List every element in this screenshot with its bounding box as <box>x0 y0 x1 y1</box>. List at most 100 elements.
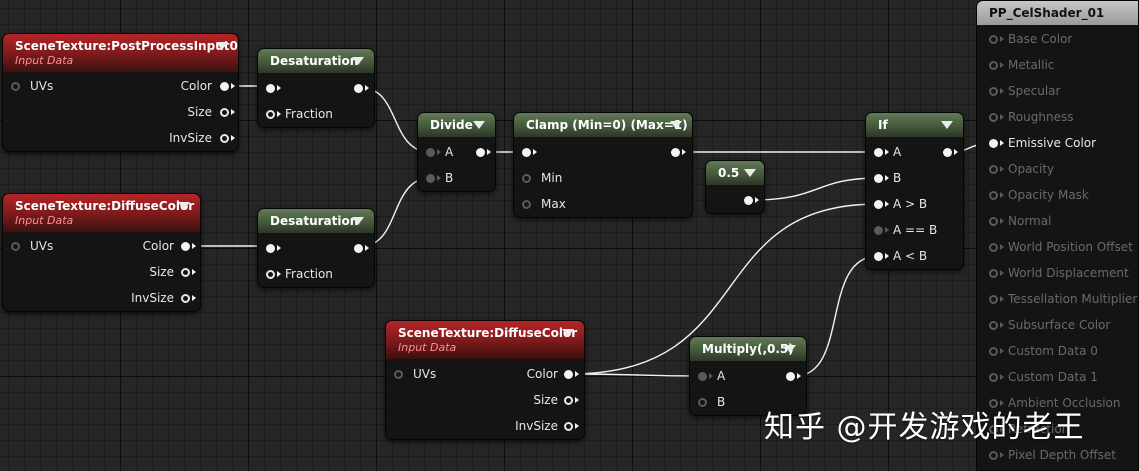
input-pin[interactable] <box>989 373 998 382</box>
input-pin-value[interactable] <box>266 84 275 93</box>
output-pin-result[interactable] <box>354 84 363 93</box>
node-header[interactable]: SceneTexture:DiffuseColor Input Data <box>386 321 584 359</box>
input-pin-b[interactable] <box>698 398 707 407</box>
node-desaturation-1[interactable]: Desaturation Fraction <box>257 48 375 128</box>
result-input-custom-data-1[interactable]: Custom Data 1 <box>977 368 1139 388</box>
result-input-specular[interactable]: Specular <box>977 82 1139 102</box>
result-input-world-displacement[interactable]: World Displacement <box>977 264 1139 284</box>
collapse-arrow-icon[interactable] <box>473 121 485 129</box>
node-header[interactable]: SceneTexture:DiffuseColor Input Data <box>3 194 200 232</box>
output-pin-invsize[interactable] <box>564 422 573 431</box>
input-pin[interactable] <box>989 295 998 304</box>
input-pin-fraction[interactable] <box>266 110 275 119</box>
input-pin-min[interactable] <box>522 174 531 183</box>
result-input-opacity-mask[interactable]: Opacity Mask <box>977 186 1139 206</box>
node-header[interactable]: Desaturation <box>258 209 374 233</box>
input-pin-a[interactable] <box>426 148 435 157</box>
output-pin-color[interactable] <box>220 82 229 91</box>
collapse-arrow-icon[interactable] <box>216 42 228 50</box>
output-pin-result[interactable] <box>476 148 485 157</box>
input-pin-b[interactable] <box>426 174 435 183</box>
node-scenetexture-diffusecolor-1[interactable]: SceneTexture:DiffuseColor Input Data UVs… <box>2 193 201 312</box>
node-title: If <box>878 118 888 132</box>
output-pin-size[interactable] <box>220 108 229 117</box>
collapse-arrow-icon[interactable] <box>352 57 364 65</box>
result-input-metallic[interactable]: Metallic <box>977 56 1139 76</box>
node-constant-0-5[interactable]: 0.5 <box>705 160 765 214</box>
input-pin-a[interactable] <box>698 372 707 381</box>
input-pin-uvs[interactable] <box>11 82 20 91</box>
input-pin[interactable] <box>989 191 998 200</box>
result-input-custom-data-0[interactable]: Custom Data 0 <box>977 342 1139 362</box>
input-pin-value[interactable] <box>266 244 275 253</box>
node-scenetexture-diffusecolor-2[interactable]: SceneTexture:DiffuseColor Input Data UVs… <box>385 320 585 440</box>
output-pin-size[interactable] <box>181 268 190 277</box>
input-pin-a-equal-b[interactable] <box>874 226 883 235</box>
output-pin-invsize[interactable] <box>220 134 229 143</box>
pin-label-invsize: InvSize <box>169 131 212 145</box>
input-pin[interactable] <box>989 87 998 96</box>
output-pin-result[interactable] <box>786 372 795 381</box>
input-pin[interactable] <box>989 243 998 252</box>
input-pin-b[interactable] <box>874 174 883 183</box>
collapse-arrow-icon[interactable] <box>941 121 953 129</box>
result-input-world-position-offset[interactable]: World Position Offset <box>977 238 1139 258</box>
input-pin[interactable] <box>989 347 998 356</box>
output-pin-value[interactable] <box>744 196 753 205</box>
node-desaturation-2[interactable]: Desaturation Fraction <box>257 208 375 288</box>
node-scenetexture-postprocessinput0[interactable]: SceneTexture:PostProcessInput0 Input Dat… <box>2 33 239 152</box>
collapse-arrow-icon[interactable] <box>744 169 756 177</box>
result-input-pixel-depth-offset[interactable]: Pixel Depth Offset <box>977 446 1139 466</box>
node-clamp[interactable]: Clamp (Min=0) (Max=1) Min Max <box>513 112 693 218</box>
result-input-tessellation-multiplier[interactable]: Tessellation Multiplier <box>977 290 1139 310</box>
input-pin-value[interactable] <box>522 148 531 157</box>
node-header[interactable]: If <box>866 113 963 137</box>
collapse-arrow-icon[interactable] <box>562 329 574 337</box>
node-divide[interactable]: Divide A B <box>417 112 496 192</box>
material-result-node[interactable]: PP_CelShader_01 Base Color Metallic Specul… <box>976 0 1139 471</box>
node-header[interactable]: Desaturation <box>258 49 374 73</box>
collapse-arrow-icon[interactable] <box>178 202 190 210</box>
input-pin[interactable] <box>989 165 998 174</box>
collapse-arrow-icon[interactable] <box>352 217 364 225</box>
output-pin-size[interactable] <box>564 396 573 405</box>
node-header[interactable]: Clamp (Min=0) (Max=1) <box>514 113 692 137</box>
input-pin-uvs[interactable] <box>394 370 403 379</box>
pin-arrow-icon <box>231 109 235 115</box>
input-pin-a[interactable] <box>874 148 883 157</box>
result-input-subsurface-color[interactable]: Subsurface Color <box>977 316 1139 336</box>
output-pin-color[interactable] <box>564 370 573 379</box>
input-pin[interactable] <box>989 139 998 148</box>
input-pin[interactable] <box>989 321 998 330</box>
output-pin-result[interactable] <box>943 148 952 157</box>
result-input-opacity[interactable]: Opacity <box>977 160 1139 180</box>
input-pin-a-less-b[interactable] <box>874 252 883 261</box>
node-header[interactable]: 0.5 <box>706 161 764 185</box>
output-pin-result[interactable] <box>671 148 680 157</box>
input-pin[interactable] <box>989 269 998 278</box>
node-header[interactable]: SceneTexture:PostProcessInput0 Input Dat… <box>3 34 238 72</box>
result-input-emissive-color[interactable]: Emissive Color <box>977 134 1139 154</box>
collapse-arrow-icon[interactable] <box>784 345 796 353</box>
input-pin-max[interactable] <box>522 200 531 209</box>
collapse-arrow-icon[interactable] <box>670 121 682 129</box>
node-title: Desaturation <box>270 54 359 68</box>
node-header[interactable]: Multiply(,0.5) <box>690 337 806 361</box>
input-pin[interactable] <box>989 61 998 70</box>
result-input-normal[interactable]: Normal <box>977 212 1139 232</box>
input-pin[interactable] <box>989 217 998 226</box>
input-pin-uvs[interactable] <box>11 242 20 251</box>
input-pin[interactable] <box>989 451 998 460</box>
input-pin-a-greater-b[interactable] <box>874 200 883 209</box>
input-pin-fraction[interactable] <box>266 270 275 279</box>
output-pin-result[interactable] <box>354 244 363 253</box>
output-pin-color[interactable] <box>181 242 190 251</box>
input-pin[interactable] <box>989 35 998 44</box>
node-header[interactable]: Divide <box>418 113 495 137</box>
result-node-header[interactable]: PP_CelShader_01 <box>977 1 1138 25</box>
node-if[interactable]: If A B A > B A == B A < B <box>865 112 964 270</box>
result-input-base-color[interactable]: Base Color <box>977 30 1139 50</box>
result-input-roughness[interactable]: Roughness <box>977 108 1139 128</box>
input-pin[interactable] <box>989 113 998 122</box>
output-pin-invsize[interactable] <box>181 294 190 303</box>
